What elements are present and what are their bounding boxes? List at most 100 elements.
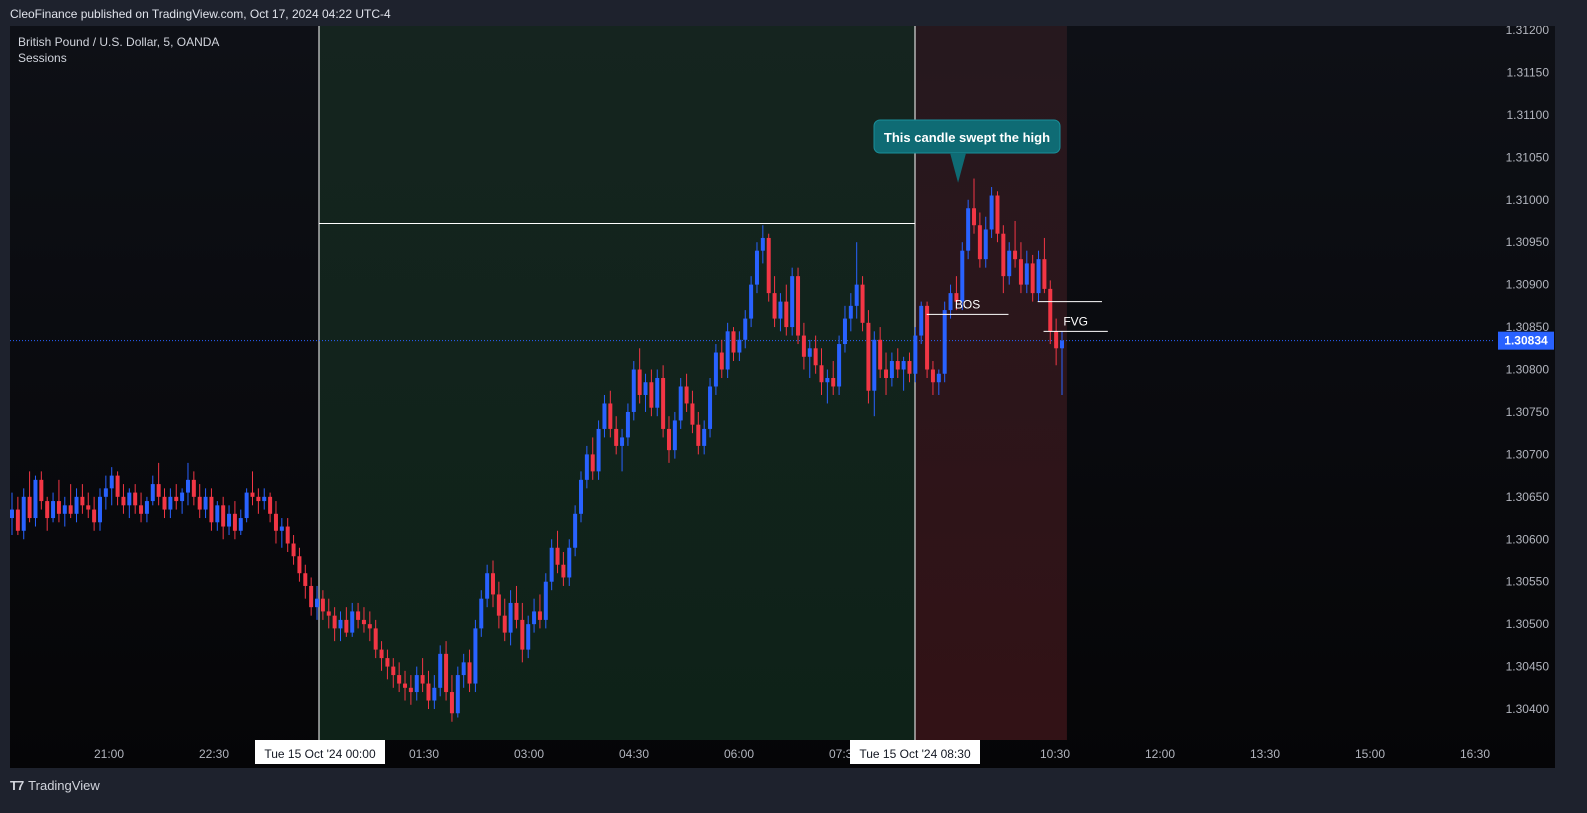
candle-body <box>174 496 179 502</box>
candle-body <box>983 229 988 260</box>
candle-body <box>379 649 384 659</box>
candle-body <box>356 611 361 620</box>
candle-body <box>930 369 935 383</box>
candle-body <box>573 513 578 548</box>
candle-body <box>39 479 44 502</box>
candle-body <box>977 225 982 260</box>
candle-body <box>279 526 284 531</box>
y-tick-label: 1.31000 <box>1506 193 1550 207</box>
candle-body <box>168 496 173 510</box>
candle-body <box>367 624 372 629</box>
y-tick-label: 1.30900 <box>1506 278 1550 292</box>
candle-body <box>385 658 390 667</box>
x-tick-label-highlight: Tue 15 Oct '24 08:30 <box>859 747 971 761</box>
candle-body <box>561 564 566 578</box>
candle-body <box>197 496 202 510</box>
symbol-label[interactable]: British Pound / U.S. Dollar, 5, OANDA <box>18 34 219 50</box>
candle-body <box>262 496 267 502</box>
candle-body <box>408 687 413 693</box>
candle-body <box>326 611 331 616</box>
candle-body <box>514 602 519 620</box>
candle-body <box>320 598 325 612</box>
candle-body <box>713 352 718 387</box>
candle-body <box>966 208 971 251</box>
candle-body <box>532 611 537 625</box>
candle-body <box>831 378 836 387</box>
candle-body <box>842 318 847 345</box>
candle-body <box>92 509 97 523</box>
candle-body <box>590 454 595 472</box>
x-tick-label: 16:30 <box>1460 747 1490 761</box>
candle-body <box>637 369 642 395</box>
callout-text: This candle swept the high <box>884 130 1050 145</box>
candle-body <box>825 378 830 383</box>
candle-body <box>139 505 144 514</box>
chart-area[interactable]: This candle swept the high BOS FVG 1.31200… <box>10 26 1555 768</box>
y-tick-label: 1.30700 <box>1506 447 1550 461</box>
candle-body <box>678 386 683 421</box>
candle-body <box>491 573 496 595</box>
candle-body <box>602 403 607 429</box>
candle-body <box>907 361 912 374</box>
candle-body <box>948 293 953 311</box>
candle-body <box>895 361 900 370</box>
candle-body <box>444 653 449 693</box>
candle-body <box>790 276 795 328</box>
candle-body <box>338 619 343 629</box>
candle-body <box>350 611 355 633</box>
candle-body <box>848 305 853 319</box>
candle-body <box>473 628 478 684</box>
candle-body <box>256 496 261 502</box>
candle-body <box>273 513 278 531</box>
candle-body <box>655 378 660 408</box>
candle-body <box>901 361 906 370</box>
candle-body <box>485 573 490 599</box>
y-tick-label: 1.30400 <box>1506 702 1550 716</box>
candle-body <box>813 348 818 366</box>
x-tick-label: 15:00 <box>1355 747 1385 761</box>
candle-body <box>10 509 14 519</box>
candle-body <box>420 675 425 684</box>
candle-body <box>508 602 513 633</box>
candle-body <box>936 373 941 383</box>
candle-body <box>479 598 484 629</box>
candle-body <box>361 619 366 625</box>
y-tick-label: 1.31050 <box>1506 150 1550 164</box>
candle-body <box>438 653 443 688</box>
candle-body <box>332 615 337 629</box>
candle-body <box>1060 340 1064 349</box>
candle-body <box>144 501 149 514</box>
candle-body <box>631 369 636 412</box>
candle-body <box>27 496 32 519</box>
candle-body <box>21 496 26 531</box>
candle-body <box>1054 331 1059 349</box>
candle-body <box>614 428 619 446</box>
candle-body <box>297 556 302 574</box>
candle-body <box>33 479 38 519</box>
candle-body <box>743 318 748 340</box>
tradingview-brand[interactable]: T7 TradingView <box>10 778 100 793</box>
candle-body <box>397 675 402 684</box>
candle-body <box>567 547 572 578</box>
candle-body <box>672 420 677 451</box>
candle-body <box>180 492 185 502</box>
candle-body <box>309 585 314 608</box>
candle-body <box>725 331 730 370</box>
indicator-label[interactable]: Sessions <box>18 50 219 66</box>
candlestick-chart[interactable]: This candle swept the high BOS FVG 1.31200… <box>10 26 1555 768</box>
candle-body <box>872 339 877 391</box>
candle-body <box>796 276 801 336</box>
y-tick-label: 1.30600 <box>1506 532 1550 546</box>
y-tick-label: 1.30650 <box>1506 490 1550 504</box>
candle-body <box>819 365 824 383</box>
bottom-bar <box>0 768 1587 813</box>
y-tick-label: 1.30750 <box>1506 405 1550 419</box>
candle-body <box>1001 233 1006 277</box>
candle-body <box>121 496 126 506</box>
candle-body <box>203 496 208 510</box>
y-tick-label: 1.30800 <box>1506 363 1550 377</box>
x-tick-label: 03:00 <box>514 747 544 761</box>
x-tick-label: 21:00 <box>94 747 124 761</box>
candle-body <box>1018 259 1023 285</box>
candle-body <box>666 428 671 451</box>
